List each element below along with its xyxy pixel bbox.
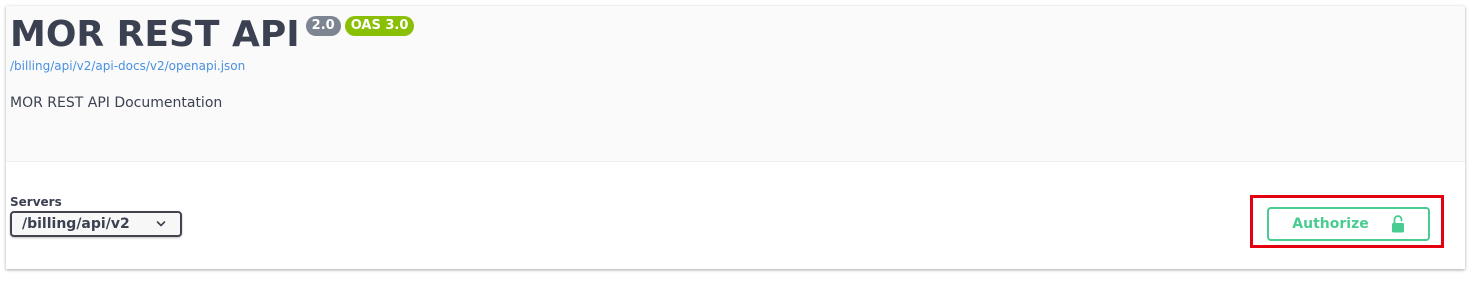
title-row: MOR REST API 2.0 OAS 3.0 <box>10 14 415 56</box>
version-badge: 2.0 <box>305 16 341 36</box>
chevron-down-icon <box>156 221 166 227</box>
server-select[interactable]: /billing/api/v2 <box>10 211 182 237</box>
page-title: MOR REST API <box>10 14 300 55</box>
openapi-spec-link[interactable]: /billing/api/v2/api-docs/v2/openapi.json <box>10 59 245 73</box>
swagger-info-card: MOR REST API 2.0 OAS 3.0 /billing/api/v2… <box>6 6 1465 269</box>
authorize-label: Authorize <box>1292 216 1369 232</box>
lock-open-icon <box>1391 215 1404 233</box>
servers-label: Servers <box>10 195 62 209</box>
api-info-section: MOR REST API 2.0 OAS 3.0 /billing/api/v2… <box>6 6 1465 162</box>
authorize-button[interactable]: Authorize <box>1267 207 1430 241</box>
api-description: MOR REST API Documentation <box>10 95 223 111</box>
server-selected-value: /billing/api/v2 <box>22 216 130 232</box>
oas-badge: OAS 3.0 <box>344 16 415 36</box>
